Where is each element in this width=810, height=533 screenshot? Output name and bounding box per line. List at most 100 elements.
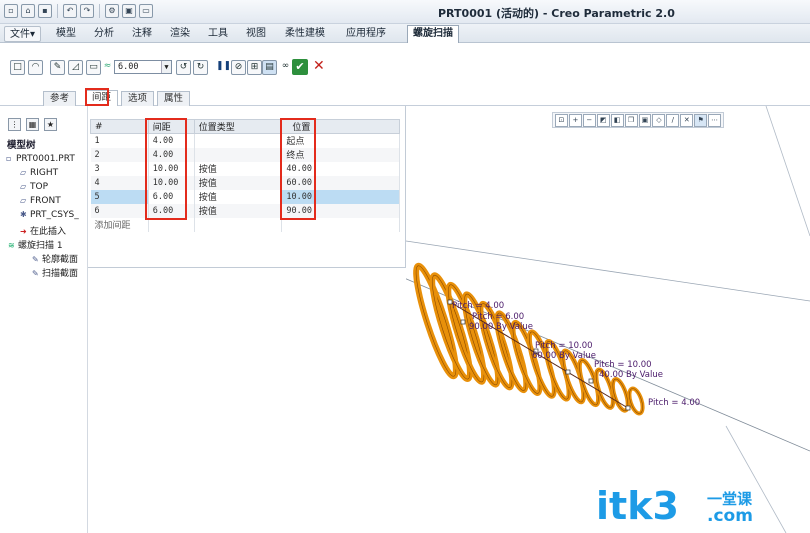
right-handed-icon[interactable]: ↻ [193,60,208,75]
save-icon[interactable]: ▪ [38,4,52,18]
windows-icon[interactable]: ▣ [122,4,136,18]
sketch-icon[interactable]: ✎ [50,60,65,75]
left-handed-icon[interactable]: ↺ [176,60,191,75]
row-number: 6 [90,203,149,218]
tab-model[interactable]: 模型 [51,26,81,42]
tree-item-front[interactable]: ▱ FRONT [20,196,61,206]
datum-planes-icon[interactable]: ◇ [652,114,666,127]
empty-cell [194,217,283,232]
no-preview-icon[interactable]: ⊘ [231,60,246,75]
table-row[interactable]: 6 6.00 按值 90.00 [90,203,400,218]
pitch-annotation[interactable]: Pitch = 4.00 [648,398,700,408]
tab-annotate[interactable]: 注释 [127,26,157,42]
tree-icon[interactable]: ⋮ [8,118,21,131]
tree-item-part[interactable]: ▫ PRT0001.PRT [6,154,75,164]
verify-icon[interactable]: ∞ [278,60,293,75]
display-style-icon[interactable]: ◧ [610,114,624,127]
cancel-x-icon[interactable]: ✕ [313,58,325,74]
pitch-annotation[interactable]: Pitch = 4.00 [452,301,504,311]
tab-analysis[interactable]: 分析 [89,26,119,42]
location-type-cell[interactable]: 按值 [194,189,283,204]
tree-item-label: 在此插入 [30,227,67,237]
redo-icon[interactable]: ↷ [80,4,94,18]
location-annotation[interactable]: 40.00 By Value [599,370,663,380]
tab-tools[interactable]: 工具 [203,26,233,42]
location-annotation[interactable]: 60.00 By Value [532,351,596,361]
regenerate-icon[interactable]: ⚙ [105,4,119,18]
datum-points-icon[interactable]: ✕ [680,114,694,127]
table-row[interactable]: 2 4.00 终点 [90,147,400,162]
tree-item-right[interactable]: ▱ RIGHT [20,168,58,178]
pitch-annotation[interactable]: Pitch = 6.00 [472,312,524,322]
tab-applications[interactable]: 应用程序 [341,26,391,42]
menu-bar: 文件▾ 模型 分析 注释 渲染 工具 视图 柔性建模 应用程序 螺旋扫描 [0,24,810,44]
tab-references[interactable]: 参考 [43,91,77,106]
undo-icon[interactable]: ↶ [63,4,77,18]
graphics-area-lower-left[interactable] [88,268,406,533]
geometry-preview-icon[interactable]: ⊞ [247,60,262,75]
repaint-icon[interactable]: ◩ [596,114,610,127]
datum-axes-icon[interactable]: / [666,114,680,127]
csys-display-icon[interactable]: ⚑ [694,114,708,127]
add-spacing-link[interactable]: 添加间距 [90,217,149,232]
table-row[interactable]: 1 4.00 起点 [90,133,400,148]
menu-file[interactable]: 文件▾ [4,26,42,42]
tab-options[interactable]: 选项 [121,91,155,106]
saved-views-icon[interactable]: ❐ [624,114,638,127]
graphics-area[interactable]: Pitch = 4.00 Pitch = 6.00 90.00 By Value… [375,105,810,533]
tree-item-top[interactable]: ▱ TOP [20,182,48,192]
pitch-point[interactable] [625,405,631,411]
location-type-cell[interactable]: 按值 [194,161,283,176]
table-row-selected[interactable]: 5 6.00 按值 10.00 [90,189,400,204]
add-spacing-row[interactable]: 添加间距 [90,217,400,232]
close-icon[interactable]: ▭ [139,4,153,18]
thicken-icon[interactable]: ▭ [86,60,101,75]
pitch-annotation[interactable]: Pitch = 10.00 [535,341,593,351]
sketch-icon: ✎ [32,255,39,264]
pitch-point[interactable] [460,319,466,325]
model-tree-panel: ⋮ ▦ ★ 模型树 ▫ PRT0001.PRT ▱ RIGHT ▱ TOP ▱ FRON… [0,106,88,533]
pitch-annotation[interactable]: Pitch = 10.00 [594,360,652,370]
tree-item-profile-section[interactable]: ✎ 轮廓截面 [32,252,78,265]
zoom-out-icon[interactable]: − [582,114,596,127]
chevron-down-icon[interactable]: ▼ [161,61,171,73]
location-type-cell[interactable]: 按值 [194,203,283,218]
tab-view[interactable]: 视图 [241,26,271,42]
datum-plane-icon: ▱ [20,182,27,191]
tree-item-insert-here[interactable]: ➜ 在此插入 [20,224,66,237]
favorites-icon[interactable]: ★ [44,118,57,131]
table-row[interactable]: 3 10.00 按值 40.00 [90,161,400,176]
location-type-cell[interactable]: 按值 [194,175,283,190]
annotation-display-icon[interactable]: ⋯ [708,114,722,127]
spring-coil [627,386,645,416]
highlight-box-location [280,118,316,220]
solid-icon[interactable]: □ [10,60,25,75]
tab-helical-sweep[interactable]: 螺旋扫描 [407,25,459,44]
pause-icon[interactable]: ❚❚ [216,60,231,75]
pitch-point[interactable] [588,378,594,384]
folder-icon[interactable]: ▦ [26,118,39,131]
ok-check-icon[interactable]: ✔ [292,59,308,75]
zoom-in-icon[interactable]: + [568,114,582,127]
remove-material-icon[interactable]: ◿ [68,60,83,75]
tab-properties[interactable]: 属性 [157,91,191,106]
tree-item-csys[interactable]: ✱ PRT_CSYS_ [20,210,79,220]
open-icon[interactable]: ⌂ [21,4,35,18]
location-annotation[interactable]: 90.00 By Value [469,322,533,332]
location-type-cell[interactable] [194,147,283,162]
location-type-cell[interactable] [194,133,283,148]
pitch-point[interactable] [565,369,571,375]
tree-item-helical-sweep[interactable]: ≋ 螺旋扫描 1 [8,238,63,251]
tab-flexible-modeling[interactable]: 柔性建模 [280,26,330,42]
surface-icon[interactable]: ◠ [28,60,43,75]
table-row[interactable]: 4 10.00 按值 60.00 [90,175,400,190]
view-manager-icon[interactable]: ▣ [638,114,652,127]
tree-item-sweep-section[interactable]: ✎ 扫描截面 [32,266,78,279]
pitch-value-combo[interactable]: 6.00 ▼ [114,60,172,74]
feature-preview-icon[interactable]: ▤ [262,60,277,75]
tab-render[interactable]: 渲染 [165,26,195,42]
new-icon[interactable]: ▫ [4,4,18,18]
col-header-location-type: 位置类型 [193,119,283,134]
helical-spring [413,262,645,416]
refit-icon[interactable]: ⊡ [555,114,568,127]
